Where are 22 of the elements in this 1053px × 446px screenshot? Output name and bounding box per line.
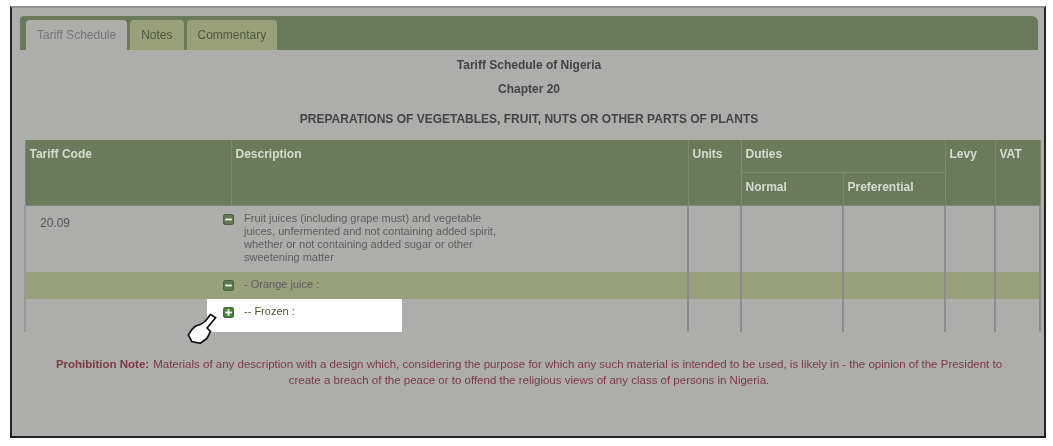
expand-icon[interactable] [223,307,234,318]
collapse-icon[interactable] [223,280,234,291]
item-description: -- Frozen : [244,305,296,318]
note-text: Materials of any description with a design which, considering the purpose for which any such material is intended to be used, is likely in - the opinion of the President to create a breach of the peace or to offend the religious views of any class of persons in Nigeria. [153,358,1003,386]
collapse-icon[interactable] [223,214,234,225]
item-description: - Orange juice : [244,278,321,291]
column-header: Units [688,140,741,206]
tab[interactable]: Notes [130,20,184,50]
column-header: VAT [995,140,1040,206]
item-description: Fruit juices (including grape must) and vegetable juices, unfermented and not containing added spirit, whether or not containing added sugar or other sweetening matter [244,212,497,264]
chapter-subtitle: PREPARATIONS OF VEGETABLES, FRUIT, NUTS OR OTHER PARTS OF PLANTS [299,112,759,126]
tab[interactable]: Commentary [186,20,278,50]
column-header: Levy [945,140,995,206]
column-header: Tariff Code [25,140,231,206]
column-header: Normal [741,172,843,206]
column-header: Description [231,140,688,206]
column-header: Duties [741,140,945,173]
column-header: Preferential [843,172,945,206]
note-label: Prohibition Note: [55,358,150,370]
schedule-title: Tariff Schedule of Nigeria [456,58,602,72]
tariff-code: 20.09 [40,216,71,230]
chapter-title: Chapter 20 [498,82,560,96]
